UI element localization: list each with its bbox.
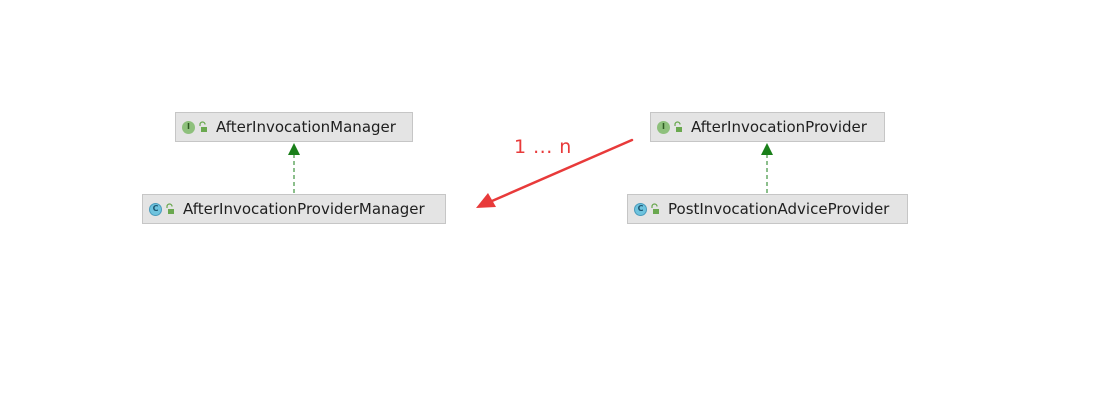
node-label: AfterInvocationManager [216, 118, 396, 136]
node-label: AfterInvocationProviderManager [183, 200, 425, 218]
node-after-invocation-provider-manager[interactable]: C AfterInvocationProviderManager [142, 194, 446, 224]
annotation-label: 1 ... n [514, 136, 572, 158]
interface-icon: I [182, 120, 195, 134]
node-after-invocation-provider[interactable]: I AfterInvocationProvider [650, 112, 885, 142]
implements-arrowhead-manager [288, 143, 300, 155]
node-label: PostInvocationAdviceProvider [668, 200, 890, 218]
node-label: AfterInvocationProvider [691, 118, 867, 136]
implements-arrowhead-provider [761, 143, 773, 155]
class-icon: C [149, 202, 162, 216]
public-access-icon [199, 121, 207, 132]
public-access-icon [651, 203, 659, 214]
public-access-icon [674, 121, 682, 132]
interface-icon: I [657, 120, 670, 134]
node-post-invocation-advice-provider[interactable]: C PostInvocationAdviceProvider [627, 194, 908, 224]
node-after-invocation-manager[interactable]: I AfterInvocationManager [175, 112, 413, 142]
class-icon: C [634, 202, 647, 216]
public-access-icon [166, 203, 174, 214]
